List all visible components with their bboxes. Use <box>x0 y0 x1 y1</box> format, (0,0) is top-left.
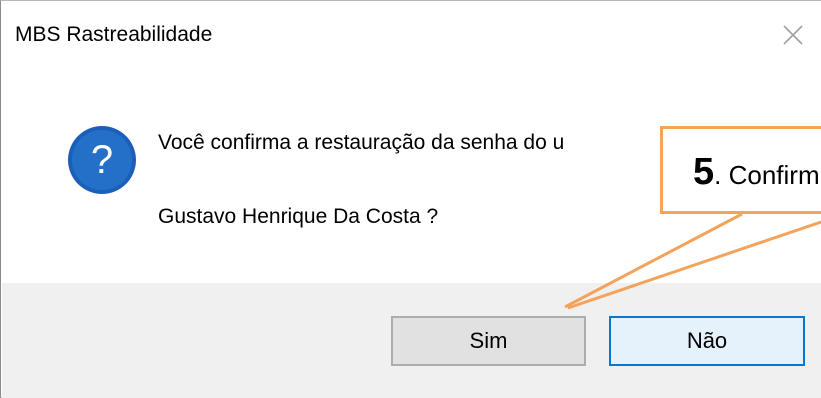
step-callout: 5. Confirm <box>660 126 821 214</box>
callout-step-text: . Confirm <box>714 160 820 190</box>
callout-step-number: 5 <box>693 151 715 193</box>
